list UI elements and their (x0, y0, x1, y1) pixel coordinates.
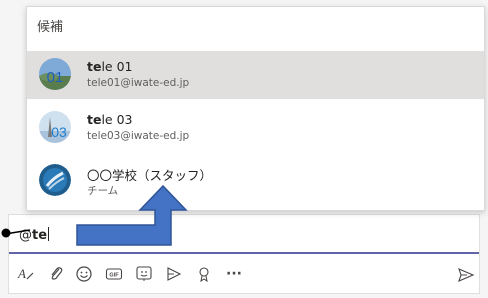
compose-box: @te A GIF ··· (8, 214, 480, 294)
suggestion-type: チーム (87, 185, 119, 197)
send-icon[interactable] (457, 266, 475, 284)
text-caret (48, 227, 50, 241)
message-input[interactable]: @te (9, 215, 479, 254)
compose-toolbar: A GIF ··· (9, 259, 479, 289)
suggestion-item-team[interactable]: 〇〇学校（スタッフ） チーム (27, 157, 484, 205)
popup-title: 候補 (37, 20, 64, 35)
svg-text:A: A (17, 266, 26, 281)
mention-suggestions-popup: 候補 01 tele 01 tele01@iwate-ed.jp 03 tele… (26, 6, 485, 211)
sticker-icon[interactable] (135, 265, 153, 283)
format-icon[interactable]: A (17, 265, 35, 283)
avatar-number: 01 (47, 69, 64, 86)
avatar-number: 03 (51, 124, 67, 140)
praise-icon[interactable] (195, 265, 213, 283)
suggestion-item-tele01[interactable]: 01 tele 01 tele01@iwate-ed.jp (27, 51, 484, 99)
team-avatar (39, 164, 71, 196)
avatar: 01 (39, 58, 71, 90)
suggestion-name: tele 03 (87, 112, 133, 127)
suggestion-name: tele 01 (87, 59, 133, 74)
svg-text:GIF: GIF (109, 273, 119, 279)
avatar: 03 (39, 111, 71, 143)
meet-now-icon[interactable] (165, 265, 183, 283)
suggestion-email: tele03@iwate-ed.jp (87, 130, 190, 142)
suggestion-name: 〇〇学校（スタッフ） (87, 168, 213, 183)
emoji-icon[interactable] (75, 265, 93, 283)
attach-icon[interactable] (47, 265, 65, 283)
suggestion-item-tele03[interactable]: 03 tele 03 tele03@iwate-ed.jp (27, 104, 484, 152)
gif-icon[interactable]: GIF (105, 265, 123, 283)
suggestion-email: tele01@iwate-ed.jp (87, 77, 190, 89)
more-icon[interactable]: ··· (225, 265, 243, 283)
message-text: @te (19, 227, 50, 243)
